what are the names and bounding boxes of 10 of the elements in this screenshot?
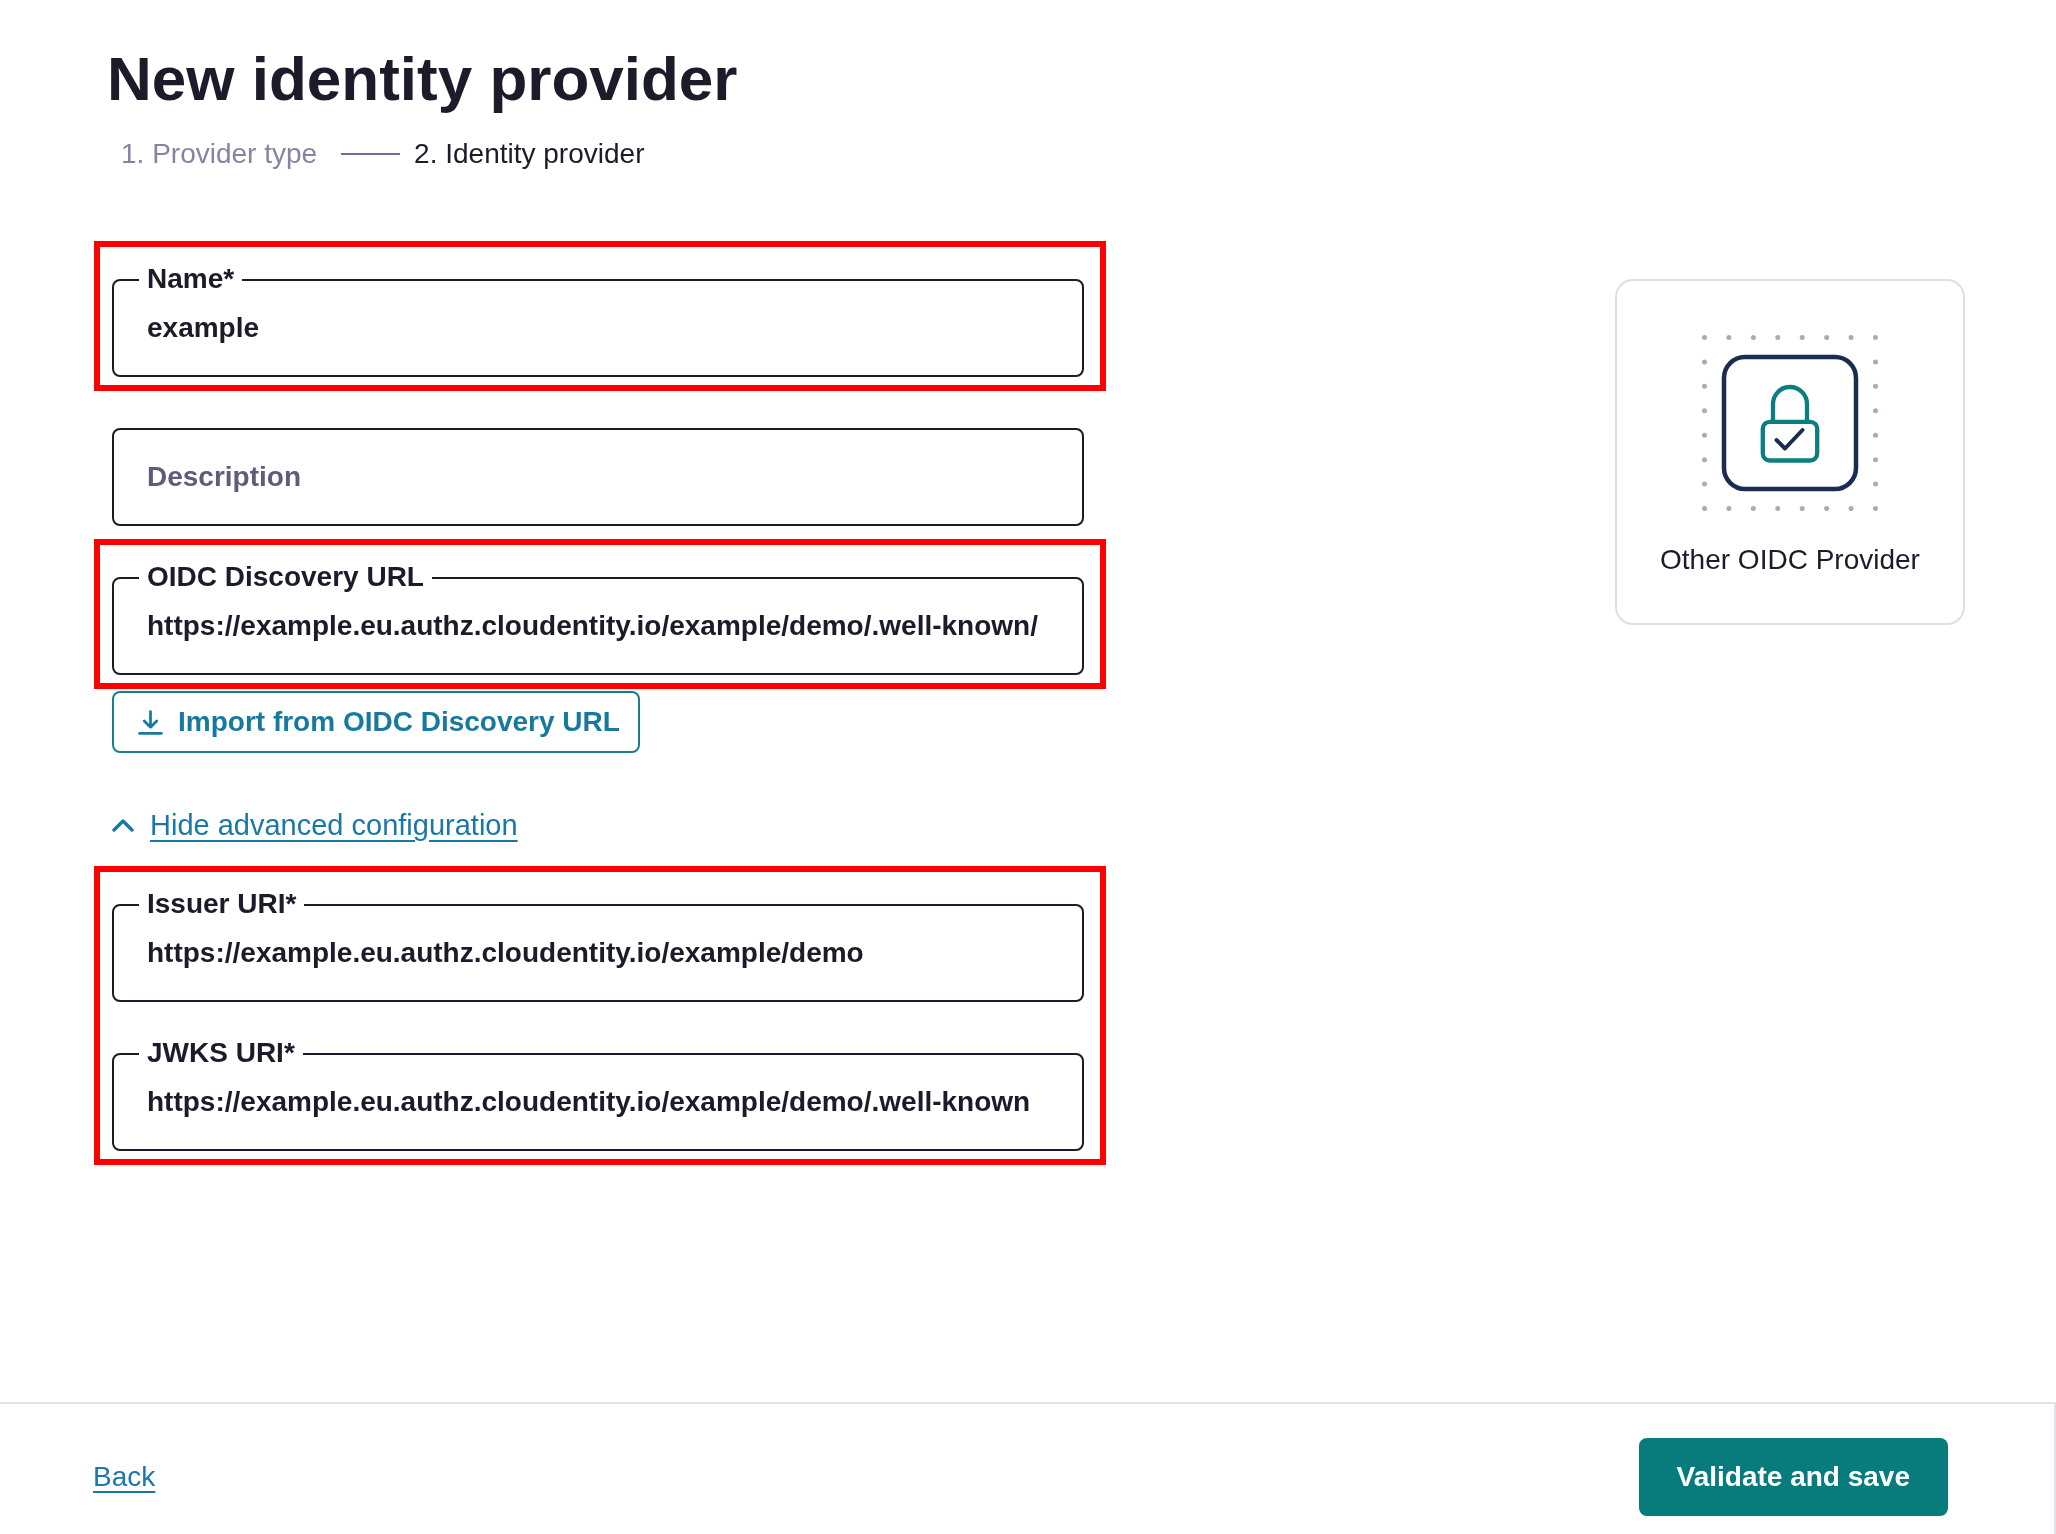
step-label: 2. Identity provider [414,137,645,171]
provider-name: Other OIDC Provider [1660,543,1920,577]
back-link[interactable]: Back [93,1459,156,1495]
step-label: 1. Provider type [121,137,318,171]
validate-save-button[interactable]: Validate and save [1638,1438,1948,1516]
input-field[interactable]: Description [112,428,1084,526]
import-button[interactable]: Import from OIDC Discovery URL [112,691,640,753]
download-icon [138,709,163,735]
advanced-toggle-link[interactable]: Hide advanced configuration [112,807,518,843]
padlock-icon [1702,335,1878,511]
